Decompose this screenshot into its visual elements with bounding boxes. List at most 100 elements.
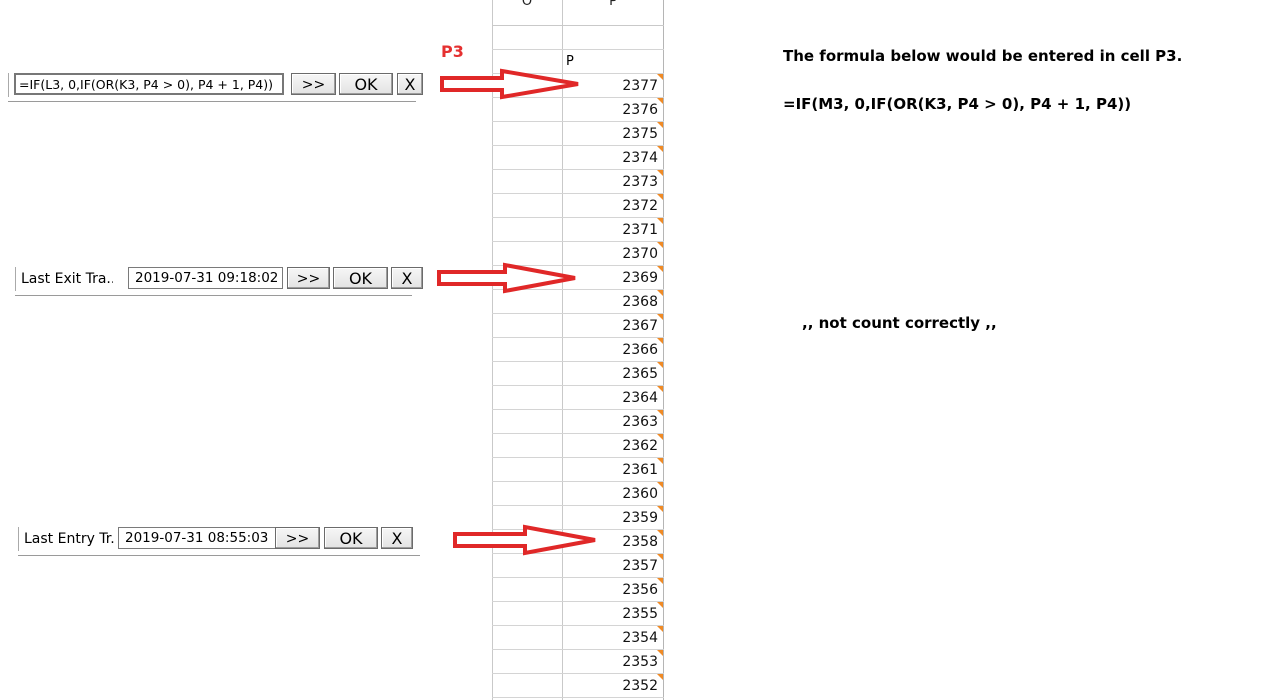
header-row <box>492 0 664 26</box>
cell-value[interactable]: 2366 <box>622 342 658 358</box>
cell-value[interactable]: 2365 <box>622 366 658 382</box>
ok-button[interactable]: OK <box>324 527 378 549</box>
cell-value[interactable]: 2357 <box>622 558 658 574</box>
comment-indicator-icon <box>657 506 663 512</box>
table-row[interactable]: 2363 <box>492 410 664 434</box>
comment-indicator-icon <box>657 674 663 680</box>
cell-value[interactable]: 2368 <box>622 294 658 310</box>
comment-indicator-icon <box>657 410 663 416</box>
comment-indicator-icon <box>657 242 663 248</box>
table-row[interactable]: 2356 <box>492 578 664 602</box>
cell-value[interactable]: 2369 <box>622 270 658 286</box>
note-comment: ,, not count correctly ,, <box>802 314 997 332</box>
comment-indicator-icon <box>657 266 663 272</box>
comment-indicator-icon <box>657 338 663 344</box>
cell-value[interactable]: 2363 <box>622 414 658 430</box>
widget-divider <box>15 295 412 296</box>
widget-divider <box>18 555 420 556</box>
spreadsheet-columns: O P P 2377 2376 2375 2374 2373 2372 2371 2370 23… <box>492 0 664 700</box>
expand-button[interactable]: >> <box>287 267 330 289</box>
cell-value[interactable]: 2358 <box>622 534 658 550</box>
table-row[interactable]: 2354 <box>492 626 664 650</box>
arrow-icon <box>437 262 576 294</box>
last-entry-label: Last Entry Tr... <box>18 527 116 551</box>
comment-indicator-icon <box>657 650 663 656</box>
table-row[interactable]: 2361 <box>492 458 664 482</box>
table-row[interactable]: 2371 <box>492 218 664 242</box>
cell-value[interactable]: 2364 <box>622 390 658 406</box>
comment-indicator-icon <box>657 74 663 80</box>
comment-indicator-icon <box>657 482 663 488</box>
table-row[interactable]: 2364 <box>492 386 664 410</box>
last-exit-widget: Last Exit Tra... 2019-07-31 09:18:02 >> … <box>15 267 423 296</box>
cell-value[interactable]: 2376 <box>622 102 658 118</box>
comment-indicator-icon <box>657 98 663 104</box>
table-row[interactable]: 2362 <box>492 434 664 458</box>
expand-button[interactable]: >> <box>275 527 320 549</box>
ok-button[interactable]: OK <box>339 73 393 95</box>
table-row[interactable]: 2353 <box>492 650 664 674</box>
comment-indicator-icon <box>657 170 663 176</box>
table-row[interactable]: 2373 <box>492 170 664 194</box>
expand-button[interactable]: >> <box>291 73 336 95</box>
table-row[interactable]: 2376 <box>492 98 664 122</box>
comment-indicator-icon <box>657 290 663 296</box>
close-button[interactable]: X <box>391 267 423 289</box>
comment-indicator-icon <box>657 530 663 536</box>
arrow-icon <box>453 524 596 556</box>
cell-value[interactable]: 2375 <box>622 126 658 142</box>
cell-value[interactable]: 2354 <box>622 630 658 646</box>
comment-indicator-icon <box>657 554 663 560</box>
last-exit-input[interactable]: 2019-07-31 09:18:02 <box>128 267 283 289</box>
comment-indicator-icon <box>657 578 663 584</box>
table-row[interactable]: 2372 <box>492 194 664 218</box>
table-row[interactable]: 2367 <box>492 314 664 338</box>
cell-value[interactable]: 2361 <box>622 462 658 478</box>
cell-value[interactable]: 2360 <box>622 486 658 502</box>
comment-indicator-icon <box>657 122 663 128</box>
formula-input[interactable]: =IF(L3, 0,IF(OR(K3, P4 > 0), P4 + 1, P4)… <box>14 73 284 95</box>
note-formula: =IF(M3, 0,IF(OR(K3, P4 > 0), P4 + 1, P4)… <box>783 95 1132 113</box>
comment-indicator-icon <box>657 218 663 224</box>
widget-divider <box>8 101 416 102</box>
cell-value[interactable]: 2352 <box>622 678 658 694</box>
comment-indicator-icon <box>657 362 663 368</box>
arrow-icon <box>440 68 579 100</box>
table-row[interactable]: 2360 <box>492 482 664 506</box>
table-row[interactable] <box>492 26 664 50</box>
last-entry-input[interactable]: 2019-07-31 08:55:03 <box>118 527 288 549</box>
close-button[interactable]: X <box>397 73 423 95</box>
cell-value[interactable]: 2374 <box>622 150 658 166</box>
cell-value[interactable]: 2353 <box>622 654 658 670</box>
ok-button[interactable]: OK <box>333 267 388 289</box>
comment-indicator-icon <box>657 434 663 440</box>
cell-value[interactable]: 2370 <box>622 246 658 262</box>
cell-value[interactable]: 2372 <box>622 198 658 214</box>
comment-indicator-icon <box>657 194 663 200</box>
cell-value[interactable]: 2371 <box>622 222 658 238</box>
table-row[interactable]: 2374 <box>492 146 664 170</box>
comment-indicator-icon <box>657 458 663 464</box>
table-row[interactable]: 2365 <box>492 362 664 386</box>
table-row[interactable]: 2355 <box>492 602 664 626</box>
table-row[interactable]: 2357 <box>492 554 664 578</box>
table-row[interactable]: 2366 <box>492 338 664 362</box>
comment-indicator-icon <box>657 386 663 392</box>
cell-value[interactable]: 2362 <box>622 438 658 454</box>
close-button[interactable]: X <box>381 527 413 549</box>
p3-annotation: P3 <box>441 42 464 61</box>
table-row[interactable]: 2352 <box>492 674 664 698</box>
table-row[interactable]: 2375 <box>492 122 664 146</box>
cell-value[interactable]: 2377 <box>622 78 658 94</box>
last-exit-label: Last Exit Tra... <box>15 267 113 291</box>
note-heading: The formula below would be entered in ce… <box>783 47 1183 65</box>
formula-widget: =IF(L3, 0,IF(OR(K3, P4 > 0), P4 + 1, P4)… <box>8 73 423 102</box>
last-entry-widget: Last Entry Tr... 2019-07-31 08:55:03 >> … <box>18 527 420 556</box>
cell-value[interactable]: 2359 <box>622 510 658 526</box>
cell-value[interactable]: 2367 <box>622 318 658 334</box>
cell-value[interactable]: 2373 <box>622 174 658 190</box>
cell-value[interactable]: 2356 <box>622 582 658 598</box>
cell-value[interactable]: 2355 <box>622 606 658 622</box>
widget-edge <box>8 73 13 97</box>
comment-indicator-icon <box>657 314 663 320</box>
